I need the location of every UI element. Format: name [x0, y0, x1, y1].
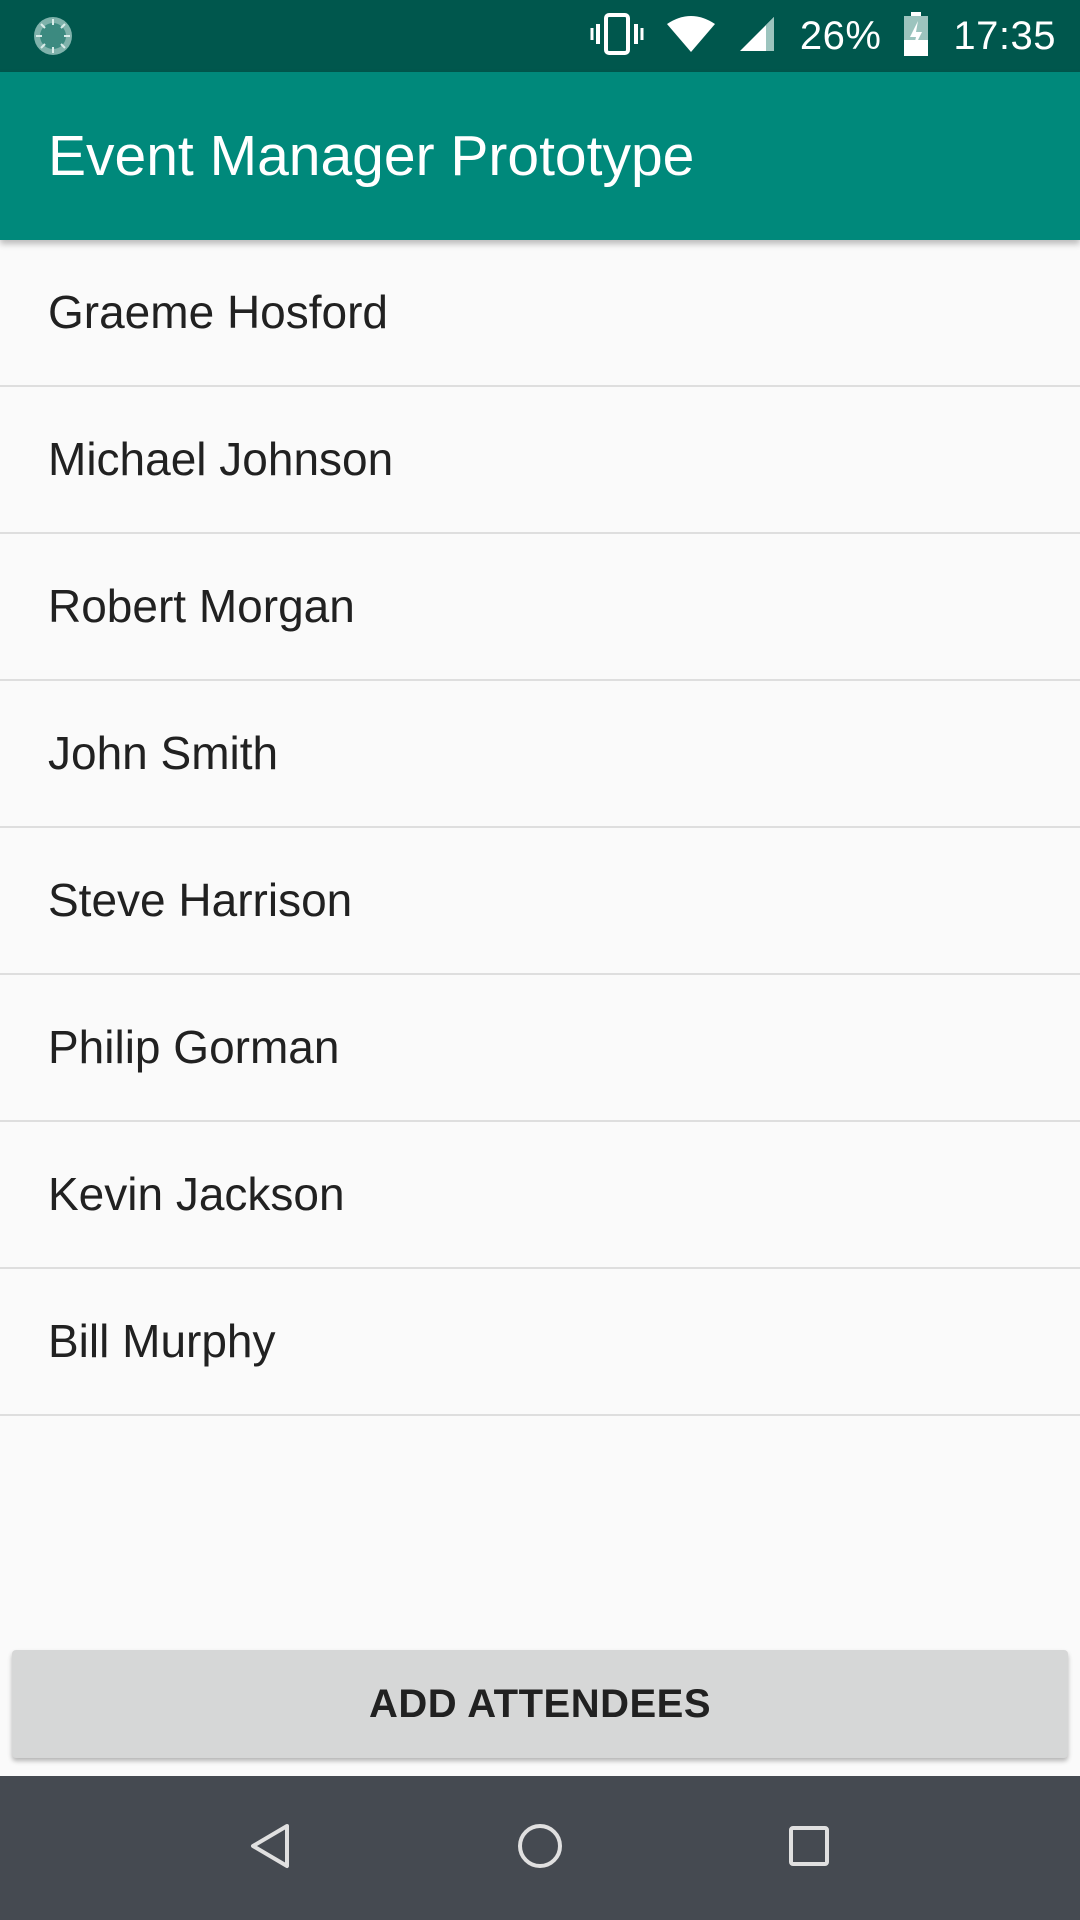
status-icons: 26% 17:35 [568, 0, 1056, 72]
back-button[interactable] [222, 1800, 318, 1896]
battery-percent: 26% [799, 13, 882, 58]
list-item[interactable]: Kevin Jackson [0, 1122, 1080, 1269]
home-button[interactable] [492, 1800, 588, 1896]
screen: 26% 17:35 Event Manager Prototype Graeme… [0, 0, 1080, 1920]
cell-signal-icon [738, 15, 776, 58]
attendee-name: John Smith [48, 727, 279, 779]
list-item[interactable]: Steve Harrison [0, 828, 1080, 975]
add-attendees-button[interactable]: ADD ATTENDEES [12, 1650, 1068, 1758]
clock: 17:35 [953, 13, 1056, 58]
attendee-list: Graeme Hosford Michael Johnson Robert Mo… [0, 240, 1080, 1416]
list-item[interactable]: Bill Murphy [0, 1269, 1080, 1416]
home-icon [516, 1822, 564, 1875]
list-item[interactable]: John Smith [0, 681, 1080, 828]
battery-charging-icon [903, 11, 929, 61]
navigation-bar [0, 1776, 1080, 1920]
attendee-name: Bill Murphy [48, 1315, 276, 1367]
attendee-name: Graeme Hosford [48, 286, 389, 338]
recents-icon [787, 1824, 831, 1873]
list-item[interactable]: Michael Johnson [0, 387, 1080, 534]
list-item[interactable]: Graeme Hosford [0, 240, 1080, 387]
attendee-name: Steve Harrison [48, 874, 353, 926]
list-item[interactable]: Philip Gorman [0, 975, 1080, 1122]
wifi-icon [666, 14, 716, 59]
list-item[interactable]: Robert Morgan [0, 534, 1080, 681]
attendee-name: Philip Gorman [48, 1021, 340, 1073]
vibrate-icon [590, 12, 644, 61]
status-bar: 26% 17:35 [0, 0, 1080, 72]
app-title: Event Manager Prototype [48, 124, 695, 188]
attendee-name: Kevin Jackson [48, 1168, 345, 1220]
sync-icon [32, 15, 74, 57]
app-bar: Event Manager Prototype [0, 72, 1080, 240]
recents-button[interactable] [761, 1800, 857, 1896]
back-icon [247, 1822, 293, 1875]
attendee-name: Robert Morgan [48, 580, 355, 632]
attendee-name: Michael Johnson [48, 433, 394, 485]
